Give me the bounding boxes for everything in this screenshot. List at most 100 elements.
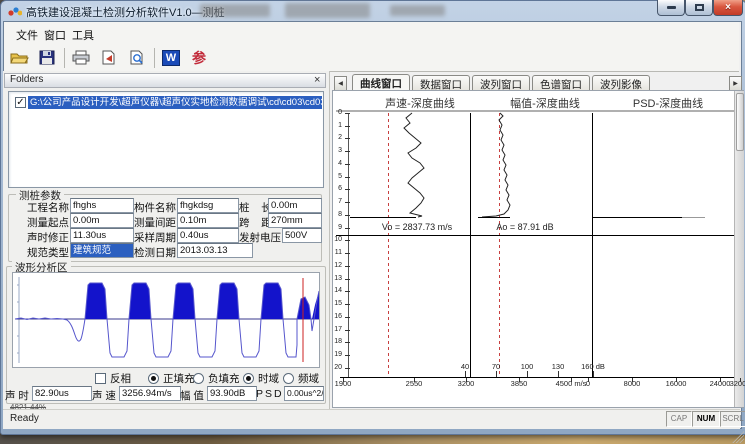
desktop: 高铁建设混凝土检测分析软件V1.0—测桩 × 文件 窗口 工具: [0, 0, 745, 444]
psd-field[interactable]: 0.00us^2/m: [284, 386, 324, 401]
file-path-item[interactable]: G:\公司产品设计开发\超声仪器\超声仪实地检测数据调试\cd\cd03\cd0…: [28, 96, 322, 109]
velocity-tick-mark: [343, 378, 344, 382]
radio-icon: [193, 373, 204, 384]
test-date-field[interactable]: 2013.03.13: [177, 243, 253, 258]
status-bar: [3, 409, 740, 429]
toolbar-separator: [64, 48, 65, 68]
fill-negative-label: 负填充: [208, 371, 240, 386]
tab-scroll-right-button[interactable]: ▶: [729, 76, 742, 91]
depth-tick-mark: [345, 177, 350, 178]
word-icon: W: [162, 50, 180, 66]
sample-period-field[interactable]: 0.40us: [177, 228, 239, 243]
depth-tick-mark: [345, 342, 350, 343]
chart-plot-area[interactable]: [336, 92, 734, 408]
interval-field[interactable]: 0.10m: [177, 213, 239, 228]
sound-speed-field[interactable]: 3256.94m/s: [119, 386, 181, 401]
parameters-icon: 参: [192, 48, 206, 68]
depth-tick-mark: [345, 164, 350, 165]
depth-tick-label: 2: [328, 134, 342, 141]
time-domain-label: 时域: [258, 371, 279, 386]
component-name-field[interactable]: fhgkdsg: [177, 198, 239, 213]
chart-vertical-scrollbar[interactable]: [734, 91, 744, 407]
invert-label: 反相: [110, 371, 131, 386]
folders-panel-header: [4, 73, 326, 88]
velocity-annotation: Vo = 2837.73 m/s: [367, 222, 467, 232]
param-label: 测量起点: [27, 215, 69, 230]
span-field[interactable]: 270mm: [268, 213, 322, 228]
param-label: 检测日期: [134, 245, 176, 260]
sound-speed-label: 声 速: [92, 388, 116, 403]
depth-tick-label: 8: [328, 211, 342, 218]
folders-close-icon[interactable]: ×: [314, 73, 320, 87]
minimize-button[interactable]: [657, 0, 685, 16]
maximize-button[interactable]: [685, 0, 713, 16]
depth-tick-label: 17: [328, 326, 342, 333]
toolbar-separator: [154, 48, 155, 68]
depth-tick-label: 19: [328, 351, 342, 358]
depth-tick-mark: [345, 228, 350, 229]
depth-tick-mark: [345, 215, 350, 216]
menu-item-file[interactable]: 文件: [16, 27, 38, 43]
start-point-field[interactable]: 0.00m: [70, 213, 134, 228]
open-file-button[interactable]: [6, 46, 32, 69]
depth-tick-mark: [345, 368, 350, 369]
depth-tick-mark: [345, 113, 350, 114]
redaction-blur: [200, 4, 270, 17]
menu-item-tools[interactable]: 工具: [72, 27, 94, 43]
sound-time-field[interactable]: 82.90us: [32, 386, 92, 401]
depth-tick-mark: [345, 317, 350, 318]
page-arrow-icon: [101, 50, 117, 65]
param-label: 桩 长: [239, 200, 272, 215]
depth-tick-mark: [345, 355, 350, 356]
project-name-field[interactable]: fhghs: [70, 198, 134, 213]
depth-tick-mark: [345, 253, 350, 254]
print-button[interactable]: [68, 46, 94, 69]
depth-tick-label: 13: [328, 275, 342, 282]
parameters-button[interactable]: 参: [186, 46, 212, 69]
time-domain-radio[interactable]: 时域: [243, 371, 279, 386]
velocity-tick-mark: [519, 378, 520, 382]
depth-tick-mark: [345, 138, 350, 139]
psd-tick-mark: [740, 378, 741, 382]
floppy-icon: [39, 50, 55, 65]
radio-icon: [148, 373, 159, 384]
amplitude-field[interactable]: 93.90dB: [207, 386, 257, 401]
tab-scroll-left-button[interactable]: ◀: [334, 76, 347, 91]
word-report-button[interactable]: W: [158, 46, 184, 69]
waveform-plot[interactable]: [12, 272, 320, 368]
scrollbar-thumb[interactable]: [736, 93, 744, 151]
window-title: 高铁建设混凝土检测分析软件V1.0—测桩: [26, 4, 225, 20]
save-button[interactable]: [34, 46, 60, 69]
psd-tick-mark: [632, 378, 633, 382]
resize-grip[interactable]: [732, 431, 744, 443]
pile-length-field[interactable]: 0.00m: [268, 198, 322, 213]
print-preview-button[interactable]: [124, 46, 150, 69]
redaction-blur: [285, 3, 370, 18]
redaction-blur: [390, 5, 445, 16]
amplitude-tick-mark: [558, 371, 559, 377]
close-button[interactable]: ×: [713, 0, 743, 16]
depth-tick-mark: [345, 202, 350, 203]
depth-tick-label: 20: [328, 364, 342, 371]
psd-tick-mark: [588, 378, 589, 382]
amplitude-tick-mark: [496, 371, 497, 377]
freq-domain-radio[interactable]: 频域: [283, 371, 319, 386]
voltage-field[interactable]: 500V: [282, 228, 322, 243]
param-label: 构件名称: [134, 200, 176, 215]
fill-positive-radio[interactable]: 正填充: [148, 371, 195, 386]
param-label: 工程名称: [27, 200, 69, 215]
freq-domain-label: 频域: [298, 371, 319, 386]
velocity-tick-mark: [466, 378, 467, 382]
depth-tick-mark: [345, 126, 350, 127]
export-report-button[interactable]: [96, 46, 122, 69]
depth-tick-mark: [345, 279, 350, 280]
checkbox-icon: [95, 373, 106, 384]
menu-item-window[interactable]: 窗口: [44, 27, 66, 43]
file-checkbox[interactable]: ✓: [15, 97, 26, 108]
depth-tick-label: 0: [328, 109, 342, 116]
invert-checkbox[interactable]: 反相: [95, 371, 131, 386]
code-type-field[interactable]: 建筑规范: [70, 243, 134, 258]
amplitude-label: 幅 值: [180, 388, 204, 403]
fill-negative-radio[interactable]: 负填充: [193, 371, 240, 386]
time-correction-field[interactable]: 11.30us: [70, 228, 134, 243]
